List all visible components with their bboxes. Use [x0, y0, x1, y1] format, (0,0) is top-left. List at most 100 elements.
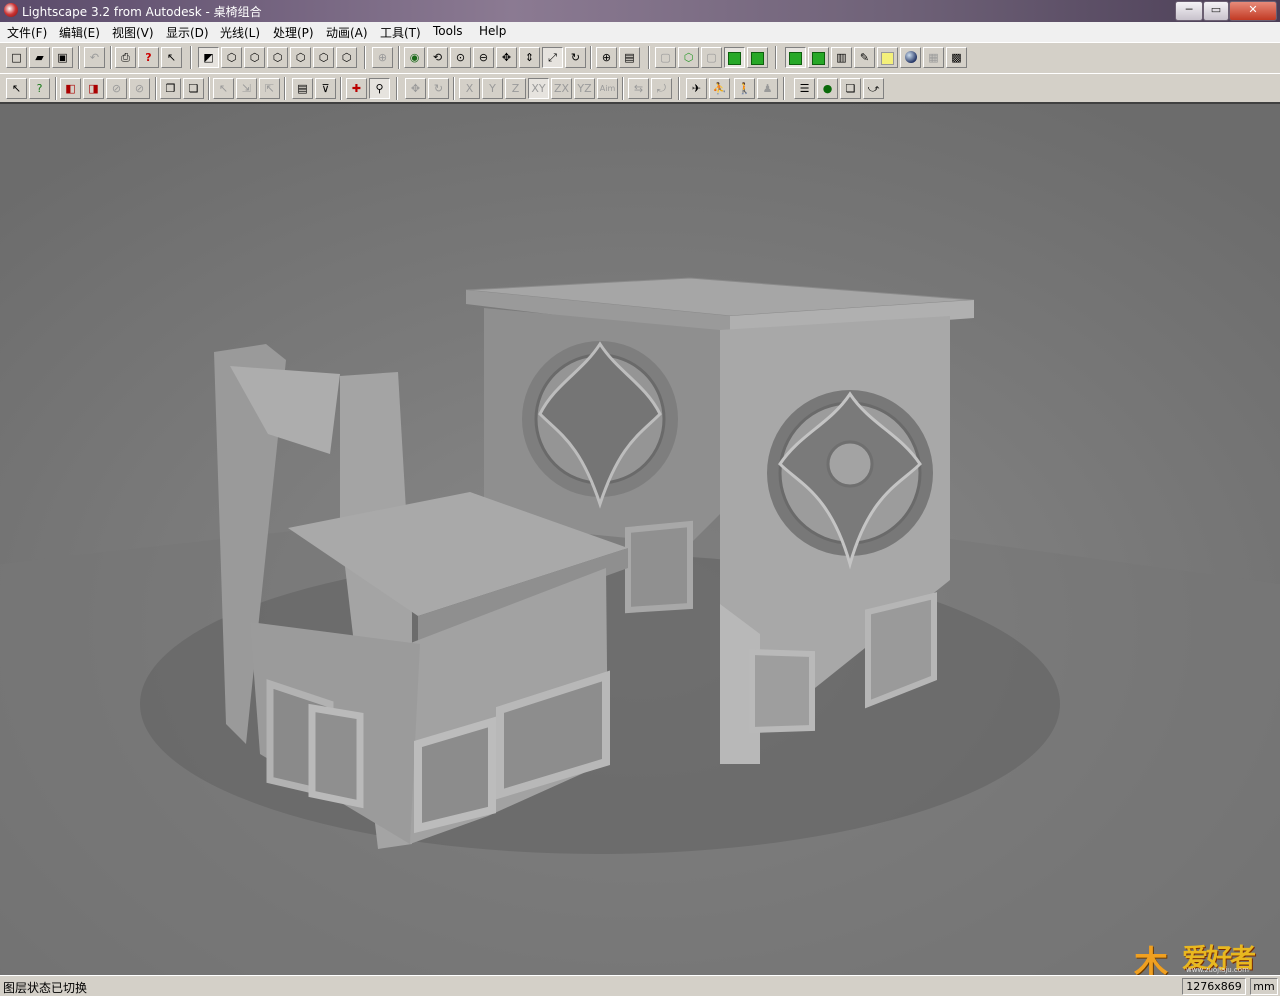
yellow-square-icon[interactable]: [877, 47, 898, 68]
copy-icon[interactable]: ❐: [160, 78, 181, 99]
clipboard-icon[interactable]: ▤: [292, 78, 313, 99]
render-icon[interactable]: ▩: [946, 47, 967, 68]
axis-y-button[interactable]: Y: [482, 78, 503, 99]
hidden-line-icon[interactable]: ▢: [701, 47, 722, 68]
context-help-icon[interactable]: ↖: [161, 47, 182, 68]
pointer-icon[interactable]: ↖: [6, 78, 27, 99]
walk-icon[interactable]: ⤢: [542, 47, 563, 68]
rotate-obj-icon[interactable]: ↻: [428, 78, 449, 99]
layers-icon[interactable]: ☰: [794, 78, 815, 99]
fly-icon[interactable]: ✈: [686, 78, 707, 99]
pencil-icon[interactable]: ✎: [854, 47, 875, 68]
undo-icon[interactable]: ↶: [84, 47, 105, 68]
run-icon[interactable]: ⛹: [709, 78, 730, 99]
select-surface-icon[interactable]: ◩: [198, 47, 219, 68]
cube-view-iso-icon[interactable]: ⬡: [290, 47, 311, 68]
toolbar-separator: [364, 46, 366, 69]
shaded-green-icon[interactable]: [747, 47, 768, 68]
menu-help[interactable]: Help: [479, 24, 506, 38]
axis-zx-button[interactable]: ZX: [551, 78, 572, 99]
axis-x-button[interactable]: X: [459, 78, 480, 99]
menu-display[interactable]: 显示(D): [166, 24, 209, 41]
menu-tools-cn[interactable]: 工具(T): [380, 24, 421, 41]
wire-cube-green-icon[interactable]: ⬡: [678, 47, 699, 68]
query-icon[interactable]: ?: [29, 78, 50, 99]
zoom-icon[interactable]: ⊙: [450, 47, 471, 68]
close-button[interactable]: ✕: [1229, 1, 1277, 21]
solid-green-icon[interactable]: [724, 47, 745, 68]
toolbar-separator: [55, 77, 57, 100]
toolbar-separator: [155, 77, 157, 100]
filter-icon[interactable]: ⊽: [315, 78, 336, 99]
menu-tools[interactable]: Tools: [433, 24, 463, 38]
menu-process[interactable]: 处理(P): [273, 24, 314, 41]
magnify-icon[interactable]: ⊕: [596, 47, 617, 68]
cube-view-front-icon[interactable]: ⬡: [244, 47, 265, 68]
stretch-icon[interactable]: ⇲: [236, 78, 257, 99]
cube-view-top-icon[interactable]: ⬡: [221, 47, 242, 68]
rotate-icon[interactable]: ↻: [565, 47, 586, 68]
frames-icon[interactable]: ❏: [840, 78, 861, 99]
deselect-all-icon[interactable]: ⊘: [129, 78, 150, 99]
walk-person-icon[interactable]: 🚶: [734, 78, 755, 99]
wire-cube-icon[interactable]: ▢: [655, 47, 676, 68]
deselect-icon[interactable]: ⊘: [106, 78, 127, 99]
menu-light[interactable]: 光线(L): [220, 24, 260, 41]
mirror-icon[interactable]: ⇆: [628, 78, 649, 99]
zoom-window-icon[interactable]: ⊖: [473, 47, 494, 68]
menu-file[interactable]: 文件(F): [7, 24, 47, 41]
zoom-all-icon[interactable]: ⊕: [372, 47, 393, 68]
move-icon[interactable]: ✥: [405, 78, 426, 99]
viewport-resolution: 1276x869: [1182, 978, 1246, 995]
cube-view-side-icon[interactable]: ⬡: [267, 47, 288, 68]
layers-green-icon[interactable]: [785, 47, 806, 68]
menu-edit[interactable]: 编辑(E): [59, 24, 100, 41]
move-select-icon[interactable]: ↖: [213, 78, 234, 99]
toolbar-separator: [783, 77, 785, 100]
menu-view[interactable]: 视图(V): [112, 24, 154, 41]
maximize-button[interactable]: ▭: [1203, 1, 1229, 21]
arrow-green-icon[interactable]: [808, 47, 829, 68]
dolly-icon[interactable]: ⇕: [519, 47, 540, 68]
record-icon[interactable]: ●: [817, 78, 838, 99]
stand-person-icon[interactable]: ♟: [757, 78, 778, 99]
axis-yz-button[interactable]: YZ: [574, 78, 595, 99]
minimize-button[interactable]: ─: [1175, 1, 1203, 21]
title-bar: Lightscape 3.2 from Autodesk - 桌椅组合 ─ ▭ …: [0, 0, 1280, 22]
watermark-logo: 木 爱好者 www.zuojiaju.com: [1134, 938, 1270, 984]
scale-icon[interactable]: ⇱: [259, 78, 280, 99]
edit-toolbar: ↖ ? ◧ ◨ ⊘ ⊘ ❐ ❏ ↖ ⇲ ⇱ ▤ ⊽ ✚ ⚲ ✥ ↻ X Y Z …: [0, 73, 1280, 104]
axis-z-button[interactable]: Z: [505, 78, 526, 99]
toolbar-separator: [284, 77, 286, 100]
3d-viewport[interactable]: [0, 102, 1280, 975]
flip-icon[interactable]: ⤾: [651, 78, 672, 99]
toolbar-separator: [775, 46, 777, 69]
menu-animation[interactable]: 动画(A): [326, 24, 368, 41]
add-point-icon[interactable]: ✚: [346, 78, 367, 99]
toolbar-separator: [648, 46, 650, 69]
pan-icon[interactable]: ✥: [496, 47, 517, 68]
axis-aim-button[interactable]: Aim: [597, 78, 618, 99]
open-folder-icon[interactable]: ▰: [29, 47, 50, 68]
select-window-icon[interactable]: ◨: [83, 78, 104, 99]
help-icon[interactable]: ?: [138, 47, 159, 68]
eye-icon[interactable]: ◉: [404, 47, 425, 68]
save-icon[interactable]: ▣: [52, 47, 73, 68]
print-icon[interactable]: ⎙: [115, 47, 136, 68]
select-red-icon[interactable]: ◧: [60, 78, 81, 99]
globe-icon[interactable]: [900, 47, 921, 68]
new-file-icon[interactable]: □: [6, 47, 27, 68]
cube-view-back-icon[interactable]: ⬡: [313, 47, 334, 68]
texture-icon[interactable]: ▦: [923, 47, 944, 68]
snap-icon[interactable]: ⚲: [369, 78, 390, 99]
axis-xy-button[interactable]: XY: [528, 78, 549, 99]
cube-view-persp-icon[interactable]: ⬡: [336, 47, 357, 68]
paste-icon[interactable]: ❏: [183, 78, 204, 99]
main-toolbar: □ ▰ ▣ ↶ ⎙ ? ↖ ◩ ⬡ ⬡ ⬡ ⬡ ⬡ ⬡ ⊕ ◉ ⟲ ⊙ ⊖ ✥ …: [0, 42, 1280, 74]
camera-icon[interactable]: ▤: [619, 47, 640, 68]
path-icon[interactable]: ⤻: [863, 78, 884, 99]
pages-icon[interactable]: ▥: [831, 47, 852, 68]
orbit-icon[interactable]: ⟲: [427, 47, 448, 68]
app-icon[interactable]: [4, 3, 18, 17]
status-bar: 图层状态已切换 1276x869 mm: [0, 975, 1280, 996]
